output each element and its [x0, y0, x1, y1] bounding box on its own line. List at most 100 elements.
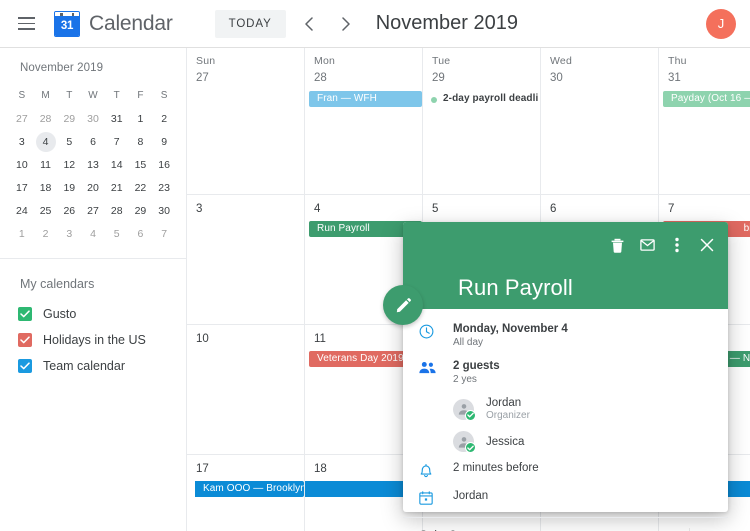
mini-calendar-day[interactable]: 14 — [105, 155, 129, 175]
mini-calendar-day[interactable]: 24 — [10, 201, 34, 221]
chevron-down-icon[interactable] — [696, 525, 718, 531]
calendar-checkbox[interactable] — [18, 333, 32, 347]
event-payroll-deadline[interactable]: 2-day payroll deadline — [425, 91, 538, 107]
trash-icon[interactable] — [604, 232, 630, 258]
mini-dow-label: M — [41, 89, 50, 101]
mini-calendar-day[interactable]: 7 — [152, 224, 176, 244]
mini-calendar-day[interactable]: 1 — [129, 109, 153, 129]
mini-calendar-day[interactable]: 19 — [57, 178, 81, 198]
mini-calendar-day[interactable]: 18 — [34, 178, 58, 198]
mini-calendar-day[interactable]: 5 — [57, 132, 81, 152]
popup-calendar-owner: Jordan — [453, 490, 489, 502]
mini-calendar-day[interactable]: 28 — [105, 201, 129, 221]
mini-calendar-day[interactable]: 6 — [129, 224, 153, 244]
event-payday-october[interactable]: Payday (Oct 16 — Oct — [663, 91, 750, 107]
mini-calendar-day[interactable]: 31 — [105, 109, 129, 129]
mini-calendar-day[interactable]: 6 — [81, 132, 105, 152]
dow-label: Mon — [314, 55, 336, 67]
mini-calendar-day[interactable]: 22 — [129, 178, 153, 198]
day-cell[interactable]: 17 Kam OOO — Brooklyn — [187, 455, 305, 531]
dow-label: Tue — [432, 55, 451, 67]
day-cell[interactable]: Wed 30 — [541, 48, 659, 195]
mini-calendar-day[interactable]: 21 — [105, 178, 129, 198]
mini-calendar-day[interactable]: 8 — [129, 132, 153, 152]
popup-datetime-row: Monday, November 4 All day — [403, 323, 728, 348]
popup-guests-count: 2 guests — [453, 360, 500, 372]
mini-calendar-day[interactable]: 13 — [81, 155, 105, 175]
chevron-right-icon[interactable] — [332, 9, 362, 39]
popup-rsvp-bar: Going? YES NO MAYBE — [403, 517, 728, 531]
mini-calendar-day[interactable]: 29 — [57, 109, 81, 129]
calendar-app: 31 Calendar TODAY November 2019 J Novemb… — [0, 0, 750, 531]
calendar-checkbox[interactable] — [18, 359, 32, 373]
mini-calendar-day[interactable]: 16 — [152, 155, 176, 175]
more-vertical-icon[interactable] — [664, 232, 690, 258]
calendar-list-item[interactable]: Team calendar — [0, 353, 186, 379]
mini-calendar-day[interactable]: 29 — [129, 201, 153, 221]
mini-calendar-day[interactable]: 20 — [81, 178, 105, 198]
mini-dow-label: T — [113, 89, 120, 101]
today-button[interactable]: TODAY — [214, 9, 286, 38]
avatar[interactable]: J — [706, 8, 736, 39]
mini-calendar-day[interactable]: 28 — [34, 109, 58, 129]
close-icon[interactable] — [694, 232, 720, 258]
mini-calendar-day[interactable]: 17 — [10, 178, 34, 198]
day-cell[interactable]: Mon 28 Fran — WFH — [305, 48, 423, 195]
dow-label: Wed — [550, 55, 572, 67]
popup-calendar-text: Jordan — [453, 490, 712, 505]
popup-reminder-value: 2 minutes before — [453, 462, 539, 474]
sidebar: November 2019 S M T W T F S 27 28 29 30 31 1 2 3 4 5 6 7 8 9… — [0, 48, 187, 531]
mini-calendar-day[interactable]: 30 — [152, 201, 176, 221]
calendar-list-item[interactable]: Holidays in the US — [0, 327, 186, 353]
hamburger-icon[interactable] — [6, 4, 46, 44]
mini-calendar-day[interactable]: 27 — [10, 109, 34, 129]
mini-calendar-day[interactable]: 7 — [105, 132, 129, 152]
mini-calendar-day[interactable]: 23 — [152, 178, 176, 198]
event-fran-wfh[interactable]: Fran — WFH — [309, 91, 422, 107]
mini-calendar-day[interactable]: 26 — [57, 201, 81, 221]
mini-calendar-day[interactable]: 9 — [152, 132, 176, 152]
clock-icon — [419, 323, 453, 348]
envelope-icon[interactable] — [634, 232, 660, 258]
top-bar: 31 Calendar TODAY November 2019 J — [0, 0, 750, 48]
popup-guest-list: Jordan Organizer Jessica — [403, 397, 728, 453]
guest-role: Organizer — [486, 410, 530, 421]
mini-calendar-day[interactable]: 27 — [81, 201, 105, 221]
date-number: 7 — [668, 203, 675, 215]
calendar-name-label: Gusto — [43, 307, 77, 321]
popup-guests-text: 2 guests 2 yes — [453, 360, 712, 385]
bell-icon — [419, 462, 453, 478]
mini-calendar-day[interactable]: 11 — [34, 155, 58, 175]
rsvp-maybe-button[interactable]: MAYBE — [632, 526, 683, 531]
guest-row: Jessica — [403, 431, 728, 453]
mini-calendar-day[interactable]: 30 — [81, 109, 105, 129]
date-number: 5 — [432, 203, 439, 215]
calendar-list-item[interactable]: Gusto — [0, 301, 186, 327]
mini-calendar-day[interactable]: 2 — [152, 109, 176, 129]
event-kam-ooo[interactable]: Kam OOO — Brooklyn — [195, 481, 304, 497]
mini-calendar-day[interactable]: 12 — [57, 155, 81, 175]
day-cell[interactable]: Thu 31 Payday (Oct 16 — Oct — [659, 48, 750, 195]
guest-name: Jessica — [486, 435, 525, 448]
mini-calendar-day[interactable]: 1 — [10, 224, 34, 244]
day-cell[interactable]: Sun 27 — [187, 48, 305, 195]
rsvp-no-button[interactable]: NO — [602, 526, 632, 531]
calendar-logo-icon[interactable]: 31 — [54, 10, 80, 37]
popup-datetime-text: Monday, November 4 All day — [453, 323, 712, 348]
mini-calendar-day[interactable]: 4 — [34, 132, 58, 152]
rsvp-yes-button[interactable]: YES — [566, 526, 602, 531]
mini-calendar-day[interactable]: 4 — [81, 224, 105, 244]
chevron-left-icon[interactable] — [294, 9, 324, 39]
mini-calendar-day[interactable]: 3 — [10, 132, 34, 152]
mini-calendar-day[interactable]: 15 — [129, 155, 153, 175]
calendar-checkbox[interactable] — [18, 307, 32, 321]
day-cell[interactable]: 10 — [187, 325, 305, 455]
mini-calendar-day[interactable]: 10 — [10, 155, 34, 175]
day-cell[interactable]: Tue 29 2-day payroll deadline — [423, 48, 541, 195]
mini-calendar-day[interactable]: 5 — [105, 224, 129, 244]
mini-calendar-day[interactable]: 25 — [34, 201, 58, 221]
mini-calendar-day[interactable]: 3 — [57, 224, 81, 244]
date-number: 10 — [196, 333, 209, 345]
day-cell[interactable]: 3 — [187, 195, 305, 325]
mini-calendar-day[interactable]: 2 — [34, 224, 58, 244]
